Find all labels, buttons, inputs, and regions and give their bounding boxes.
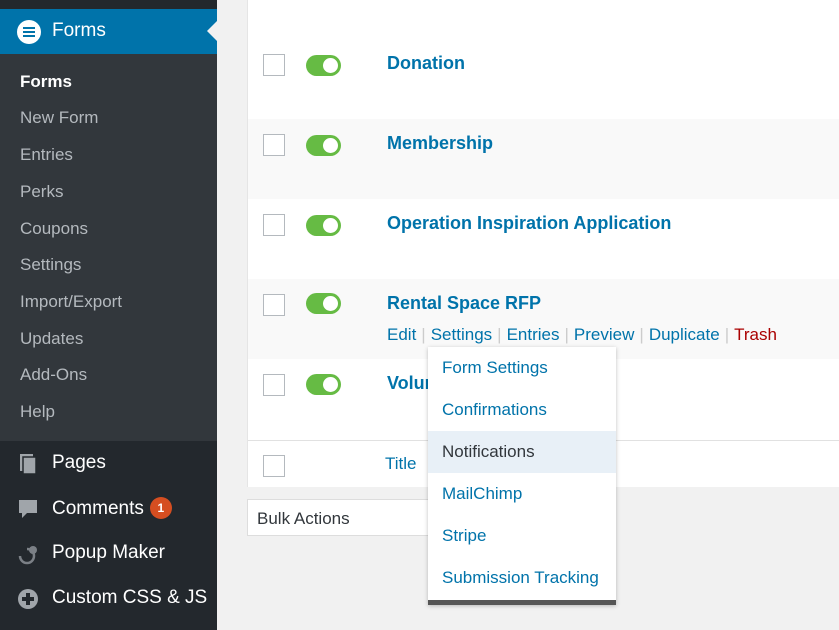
form-title-link[interactable]: Donation <box>387 53 465 74</box>
table-row: Donation <box>248 39 839 119</box>
submenu-entries[interactable]: Entries <box>20 145 73 165</box>
menu-item-form-settings[interactable]: Form Settings <box>428 347 616 389</box>
row-checkbox[interactable] <box>263 294 285 316</box>
row-action-duplicate[interactable]: Duplicate <box>649 325 720 344</box>
submenu-updates[interactable]: Updates <box>20 329 83 349</box>
pages-icon <box>20 454 37 475</box>
menu-item-label: MailChimp <box>442 484 523 503</box>
sidebar-top-strip <box>0 0 217 9</box>
submenu-perks[interactable]: Perks <box>20 182 63 202</box>
row-action-edit[interactable]: Edit <box>387 325 416 344</box>
menu-item-stripe[interactable]: Stripe <box>428 515 616 557</box>
row-checkbox[interactable] <box>263 54 285 76</box>
active-toggle[interactable] <box>306 215 341 236</box>
sidebar-item-custom-css-js[interactable]: Custom CSS & JS <box>0 576 217 621</box>
menu-item-confirmations[interactable]: Confirmations <box>428 389 616 431</box>
comments-label-text: Comments <box>52 498 144 519</box>
active-toggle[interactable] <box>306 293 341 314</box>
row-checkbox[interactable] <box>263 374 285 396</box>
submenu-import-export[interactable]: Import/Export <box>20 292 122 312</box>
active-toggle[interactable] <box>306 135 341 156</box>
title-column-header[interactable]: Title <box>385 454 417 474</box>
popup-maker-icon <box>18 546 37 565</box>
menu-item-label: Form Settings <box>442 358 548 377</box>
sidebar-item-forms-label: Forms <box>52 20 106 41</box>
sidebar-item-pages[interactable]: Pages <box>0 441 217 486</box>
submenu-new-form[interactable]: New Form <box>20 108 98 128</box>
sidebar-item-pages-label: Pages <box>52 452 106 473</box>
active-toggle[interactable] <box>306 374 341 395</box>
forms-icon <box>17 20 41 44</box>
admin-sidebar: Forms Forms New Form Entries Perks Coupo… <box>0 0 217 630</box>
row-actions: Edit | Settings | Entries | Preview | Duplicate |… <box>387 325 777 344</box>
toggle-knob <box>323 58 338 73</box>
sidebar-item-popup-maker[interactable]: Popup Maker <box>0 531 217 576</box>
row-checkbox[interactable] <box>263 214 285 236</box>
submenu-forms[interactable]: Forms <box>20 72 72 92</box>
submenu-add-ons[interactable]: Add-Ons <box>20 365 87 385</box>
plus-circle-icon <box>18 589 38 609</box>
row-action-settings[interactable]: Settings <box>431 325 492 344</box>
row-checkbox[interactable] <box>263 134 285 156</box>
row-action-entries[interactable]: Entries <box>507 325 560 344</box>
select-all-checkbox[interactable] <box>263 455 285 477</box>
toggle-knob <box>323 218 338 233</box>
bulk-actions-label: Bulk Actions <box>257 509 350 528</box>
form-title-link[interactable]: Membership <box>387 133 493 154</box>
table-row: Operation Inspiration Application <box>248 199 839 279</box>
settings-dropdown-menu: Form Settings Confirmations Notification… <box>428 347 616 605</box>
comments-icon <box>19 500 37 518</box>
submenu-coupons[interactable]: Coupons <box>20 219 88 239</box>
menu-item-notifications[interactable]: Notifications <box>428 431 616 473</box>
submenu-help[interactable]: Help <box>20 402 55 422</box>
row-action-preview[interactable]: Preview <box>574 325 634 344</box>
active-toggle[interactable] <box>306 55 341 76</box>
comments-count-badge: 1 <box>149 497 172 519</box>
menu-item-label: Stripe <box>442 526 487 545</box>
sidebar-item-forms[interactable]: Forms <box>0 9 217 54</box>
row-action-trash[interactable]: Trash <box>734 325 777 344</box>
bulk-actions-select[interactable]: Bulk Actions <box>247 499 447 536</box>
sidebar-item-popup-maker-label: Popup Maker <box>52 542 166 563</box>
sidebar-item-comments[interactable]: Comments 1 <box>0 486 217 531</box>
toggle-knob <box>323 377 338 392</box>
toggle-knob <box>323 138 338 153</box>
menu-item-submission-tracking[interactable]: Submission Tracking <box>428 557 616 599</box>
submenu-settings[interactable]: Settings <box>20 255 81 275</box>
menu-item-label: Submission Tracking <box>442 568 599 587</box>
menu-item-mailchimp[interactable]: MailChimp <box>428 473 616 515</box>
forms-submenu: Forms New Form Entries Perks Coupons Set… <box>0 54 217 441</box>
form-title-link[interactable]: Operation Inspiration Application <box>387 213 671 234</box>
toggle-knob <box>323 296 338 311</box>
current-menu-arrow <box>207 21 217 41</box>
table-row: Membership <box>248 119 839 199</box>
menu-item-label: Notifications <box>442 442 535 461</box>
form-title-link[interactable]: Rental Space RFP <box>387 293 541 314</box>
menu-item-label: Confirmations <box>442 400 547 419</box>
sidebar-item-comments-label: Comments 1 <box>52 497 172 520</box>
sidebar-item-custom-css-label: Custom CSS & JS <box>52 587 208 608</box>
